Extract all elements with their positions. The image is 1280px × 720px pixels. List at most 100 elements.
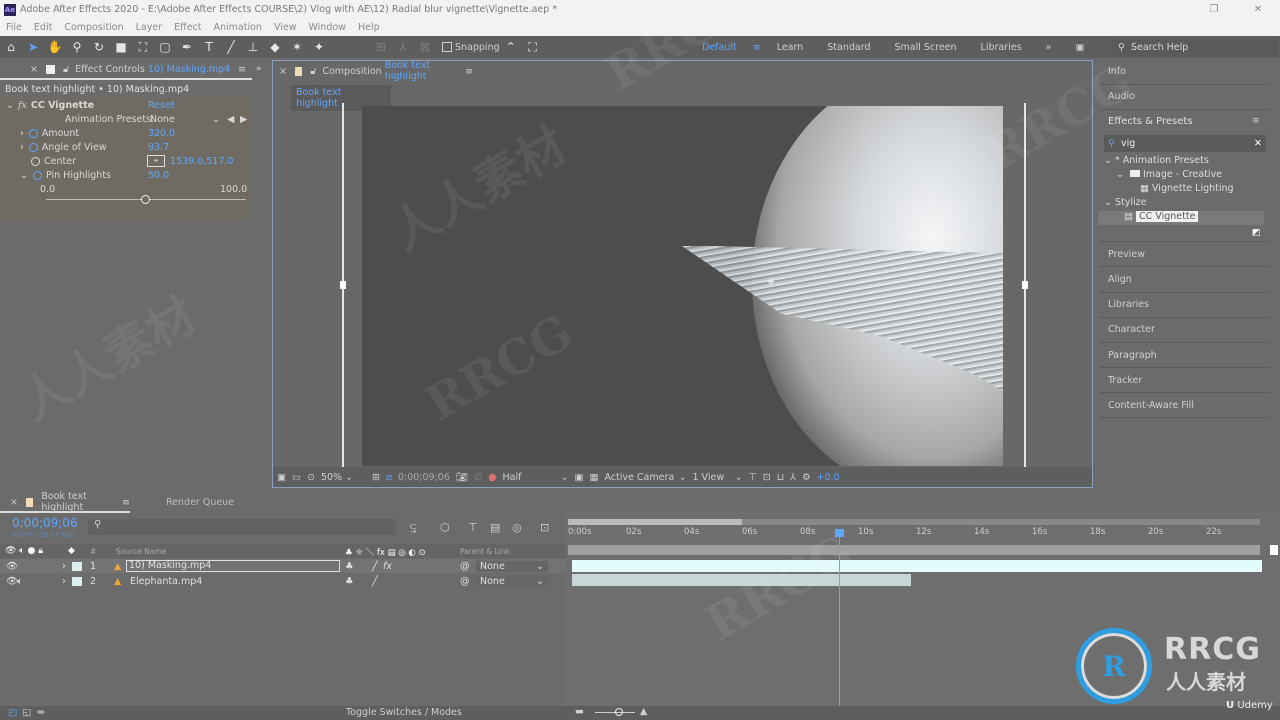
view-layout-dropdown[interactable]: 1 View ⌄ xyxy=(692,472,742,483)
brush-tool-icon[interactable]: ╱ xyxy=(220,37,242,57)
restore-button[interactable]: ❐ xyxy=(1192,0,1236,19)
clear-search-icon[interactable]: ✕ xyxy=(1254,138,1262,149)
selection-tool-icon[interactable]: ➤ xyxy=(22,37,44,57)
view-axis-icon[interactable]: ⊠ xyxy=(414,37,436,57)
timeline-icon[interactable]: ⊔ xyxy=(777,472,784,483)
panel-menu-icon[interactable]: ≡ xyxy=(238,64,246,75)
quality-switch-icon[interactable]: ╱ xyxy=(372,576,378,587)
work-area-bar[interactable] xyxy=(568,545,1260,555)
flowchart-icon[interactable]: ⅄ xyxy=(790,472,796,483)
zoom-in-icon[interactable]: ▲ xyxy=(640,706,647,717)
panel-libraries[interactable]: Libraries xyxy=(1108,299,1149,310)
grid-icon[interactable]: ⊞ xyxy=(372,472,380,483)
hand-tool-icon[interactable]: ✋ xyxy=(44,37,66,57)
pin-highlights-slider[interactable] xyxy=(46,195,246,204)
menu-view[interactable]: View xyxy=(268,22,303,33)
stopwatch-icon[interactable] xyxy=(31,156,40,166)
effect-controls-tab[interactable]: × 🔓︎ Effect Controls 10) Masking.mp4 ≡ xyxy=(0,60,252,80)
new-bin-icon[interactable]: ◩ xyxy=(1252,228,1261,238)
monitor-icon[interactable]: ▭ xyxy=(292,472,301,483)
snapping-toggle[interactable]: Snapping xyxy=(442,42,500,53)
panel-menu-icon[interactable]: ≡ xyxy=(122,497,130,508)
local-axis-icon[interactable]: ⊞ xyxy=(370,37,392,57)
pickwhip-icon[interactable]: @ xyxy=(460,576,470,587)
workspace-menu-icon[interactable]: ≡ xyxy=(749,42,765,53)
motion-blur-icon[interactable]: ◎ xyxy=(512,521,522,534)
snapshot-icon[interactable]: 📷︎ xyxy=(456,472,468,483)
channels-icon[interactable]: ● xyxy=(488,472,496,483)
pin-highlights-value[interactable]: 50.0 xyxy=(148,170,169,181)
exposure-value[interactable]: +0.0 xyxy=(817,472,840,483)
shy-switch-icon[interactable]: ♣ xyxy=(345,576,354,587)
label-color[interactable] xyxy=(72,561,82,571)
workspace-libraries[interactable]: Libraries xyxy=(969,42,1034,53)
close-tab-icon[interactable]: × xyxy=(279,66,287,77)
stopwatch-icon[interactable] xyxy=(28,142,38,152)
angle-value[interactable]: 93.7 xyxy=(148,142,169,153)
tree-cc-vignette[interactable]: ▤ CC Vignette xyxy=(1098,211,1264,225)
render-queue-tab[interactable]: Render Queue xyxy=(166,497,234,508)
param-angle-of-view[interactable]: › Angle of View 93.7 xyxy=(0,140,252,154)
rectangle-tool-icon[interactable]: ▢ xyxy=(154,37,176,57)
menu-window[interactable]: Window xyxy=(302,22,351,33)
panel-info[interactable]: Info xyxy=(1108,66,1126,77)
workspace-default[interactable]: Default xyxy=(690,42,749,53)
timeline-zoom-slider[interactable] xyxy=(595,708,635,716)
reset-button[interactable]: Reset xyxy=(148,100,175,111)
tree-image-creative[interactable]: ⌄ Image - Creative xyxy=(1104,169,1264,183)
tree-vignette-lighting[interactable]: ▦ Vignette Lighting xyxy=(1104,183,1264,197)
always-preview-icon[interactable]: ▣ xyxy=(277,472,286,483)
next-preset-icon[interactable]: ▶ xyxy=(240,114,247,125)
close-tab-icon[interactable]: × xyxy=(10,497,18,508)
prev-preset-icon[interactable]: ◀ xyxy=(227,114,234,125)
graph-editor-icon[interactable]: ⊡ xyxy=(540,521,549,534)
in-out-toggle-icon[interactable]: ⇹ xyxy=(37,707,45,718)
panel-effects-presets[interactable]: Effects & Presets xyxy=(1108,116,1193,127)
show-snapshot-icon[interactable]: ∅ xyxy=(474,472,482,483)
stopwatch-icon[interactable] xyxy=(28,128,38,138)
shy-layers-icon[interactable]: ⊤ xyxy=(468,521,478,534)
navigator-range[interactable] xyxy=(568,519,742,525)
pen-tool-icon[interactable]: ✒ xyxy=(176,37,198,57)
time-navigator[interactable] xyxy=(568,519,1260,525)
amount-value[interactable]: 320.0 xyxy=(148,128,175,139)
current-time[interactable]: 0;00;09;06 xyxy=(398,472,450,483)
layer-name[interactable]: 10) Masking.mp4 xyxy=(126,560,340,572)
roto-brush-tool-icon[interactable]: ✶ xyxy=(286,37,308,57)
camera-tool-icon[interactable]: ■ xyxy=(110,37,132,57)
draft-3d-icon[interactable]: ⬡ xyxy=(440,521,450,534)
fx-switch-icon[interactable]: fx xyxy=(383,561,392,572)
toggle-switches-modes[interactable]: Toggle Switches / Modes xyxy=(346,707,462,718)
camera-dropdown[interactable]: Active Camera ⌄ xyxy=(604,472,686,483)
timeline-current-time[interactable]: 0;00;09;06 xyxy=(12,516,78,530)
quality-switch-icon[interactable]: ╱ xyxy=(372,561,378,572)
home-icon[interactable]: ⌂ xyxy=(0,37,22,57)
menu-edit[interactable]: Edit xyxy=(28,22,58,33)
param-pin-highlights[interactable]: ⌄ Pin Highlights 50.0 xyxy=(0,168,252,182)
menu-composition[interactable]: Composition xyxy=(58,22,129,33)
slider-handle[interactable] xyxy=(141,195,150,204)
param-center[interactable]: Center ⌖ 1539.0,517.0 xyxy=(0,154,252,168)
parent-dropdown[interactable]: None ⌄ xyxy=(476,575,548,587)
panel-tracker[interactable]: Tracker xyxy=(1108,375,1142,386)
source-name-header[interactable]: Source Name xyxy=(116,547,166,556)
effect-center-anchor-icon[interactable]: ⌖ xyxy=(764,276,778,290)
panel-content-aware-fill[interactable]: Content-Aware Fill xyxy=(1108,400,1194,411)
region-of-interest-icon[interactable]: ▣ xyxy=(575,472,584,483)
panel-audio[interactable]: Audio xyxy=(1108,91,1135,102)
menu-layer[interactable]: Layer xyxy=(130,22,169,33)
parent-dropdown[interactable]: None ⌄ xyxy=(476,560,548,572)
shy-switch-icon[interactable]: ♣ xyxy=(345,561,354,572)
close-window-button[interactable]: ✕ xyxy=(1236,0,1280,19)
clone-stamp-tool-icon[interactable]: ⊥ xyxy=(242,37,264,57)
work-area-end-marker[interactable] xyxy=(1270,545,1278,555)
workspace-standard[interactable]: Standard xyxy=(815,42,882,53)
vr-icon[interactable]: ⊙ xyxy=(307,472,315,483)
zoom-tool-icon[interactable]: ⚲ xyxy=(66,37,88,57)
sync-settings-icon[interactable]: ▣ xyxy=(1063,42,1096,53)
panel-menu-icon[interactable]: ≡ xyxy=(465,66,473,77)
lock-icon[interactable]: 🔓︎ xyxy=(63,64,69,75)
menu-help[interactable]: Help xyxy=(352,22,386,33)
lock-icon[interactable]: 🔓︎ xyxy=(310,66,316,77)
expand-icon[interactable]: › xyxy=(62,576,66,587)
